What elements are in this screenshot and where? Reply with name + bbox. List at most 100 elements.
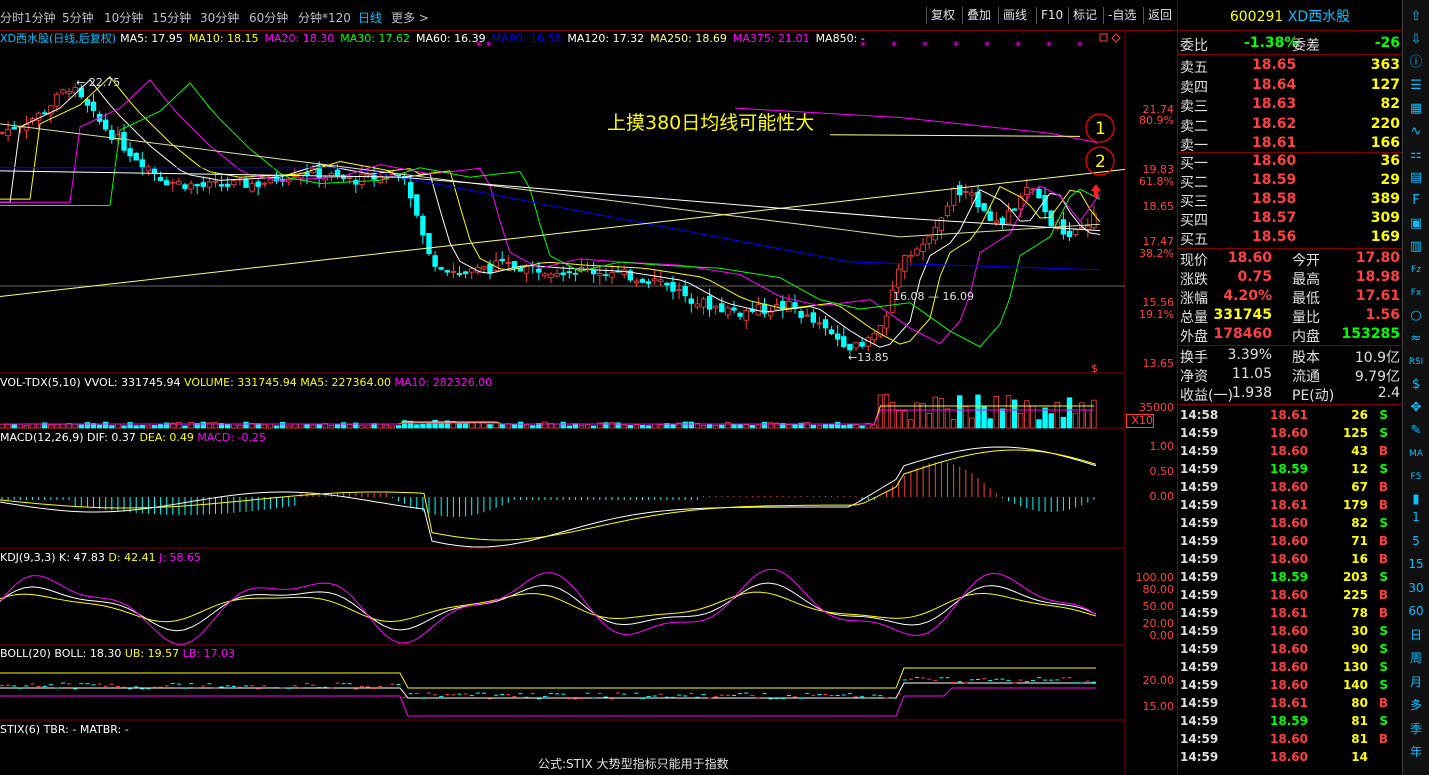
period-tab-2[interactable]: 5分钟 <box>62 9 94 26</box>
tick-volume: 90 <box>1351 642 1368 656</box>
period-tab-7[interactable]: 分钟*120 <box>298 9 351 26</box>
info-icon[interactable]: ⓘ <box>1406 54 1426 72</box>
side-period-10[interactable]: 年 <box>1406 743 1426 761</box>
toolbar-button-3[interactable]: F10 <box>1036 7 1067 24</box>
stock-title: 600291 XD西水股 <box>1178 6 1402 26</box>
candle-body <box>505 262 511 264</box>
tick-side: S <box>1379 642 1388 656</box>
f10-icon[interactable]: F <box>1406 192 1426 210</box>
volume-bar <box>17 423 23 429</box>
vol-vvol: VVOL: 331745.94 <box>84 376 181 389</box>
side-period-7[interactable]: 月 <box>1406 673 1426 691</box>
report-icon[interactable]: ▣ <box>1406 215 1426 233</box>
f5-icon[interactable]: F5 <box>1406 468 1426 486</box>
ask-label: 卖二 <box>1180 118 1208 135</box>
bid-price: 18.60 <box>1252 153 1297 169</box>
side-period-2[interactable]: 15 <box>1406 555 1426 573</box>
candle-body <box>353 180 359 185</box>
side-period-0[interactable]: 1 <box>1406 508 1426 526</box>
side-period-4[interactable]: 60 <box>1406 602 1426 620</box>
candle-body <box>731 307 737 311</box>
doc-icon[interactable]: ▤ <box>1406 169 1426 187</box>
rsi-icon[interactable]: RSI <box>1406 353 1426 371</box>
bid-label: 买四 <box>1180 213 1208 229</box>
circle-icon[interactable]: ○ <box>1406 307 1426 325</box>
wave-icon[interactable]: ≈ <box>1406 330 1426 348</box>
ask-volume: 220 <box>1370 115 1400 132</box>
calc-icon[interactable]: ▥ <box>1406 238 1426 256</box>
volume-bar <box>755 423 762 429</box>
period-tab-5[interactable]: 30分钟 <box>200 9 239 26</box>
fz-icon[interactable]: Fz <box>1406 261 1426 279</box>
period-tab-8[interactable]: 日线 <box>358 9 382 26</box>
kline-chart[interactable]: 12$* * * * * * * ** *← 22.75←13.8516.08 — 16.09 <box>0 30 1176 775</box>
candle-body <box>432 255 438 267</box>
volume-bar <box>950 419 957 429</box>
tick-side: B <box>1378 696 1388 710</box>
event-marker-icon: * <box>922 39 928 53</box>
toolbar-button-4[interactable]: 标记 <box>1068 7 1101 24</box>
volume-bar <box>23 425 30 429</box>
side-period-8[interactable]: 多 <box>1406 696 1426 714</box>
tick-time: 14:59 <box>1180 552 1219 566</box>
bar-icon[interactable]: ▮ <box>1406 491 1426 509</box>
candle-body <box>548 273 554 279</box>
bid-price: 18.57 <box>1252 210 1297 226</box>
side-period-9[interactable]: 季 <box>1406 720 1426 738</box>
kdj-axis-label: 50.00 <box>1142 600 1175 613</box>
tick-side: B <box>1378 732 1388 746</box>
toolbar-button-1[interactable]: 叠加 <box>962 7 995 24</box>
period-tab-3[interactable]: 10分钟 <box>104 9 143 26</box>
stock-name: XD西水股 <box>1287 9 1351 25</box>
toolbar-button-2[interactable]: 画线 <box>998 7 1031 24</box>
toolbar-button-0[interactable]: 复权 <box>926 7 959 24</box>
stix-note: 公式:STIX 大势型指标只能用于指数 <box>538 757 729 771</box>
tick-side: B <box>1378 444 1388 458</box>
period-tab-4[interactable]: 15分钟 <box>152 9 191 26</box>
period-tab-0[interactable]: 分时 <box>0 9 24 26</box>
volume-bar <box>1091 399 1097 429</box>
toolbar-button-5[interactable]: -自选 <box>1103 7 1140 24</box>
volume-bar <box>902 410 908 429</box>
dollar-icon[interactable]: $ <box>1406 376 1426 394</box>
candle-body <box>224 183 231 187</box>
volume-bar <box>749 425 755 429</box>
ma5-line <box>0 79 1101 348</box>
line-chart-icon[interactable]: ∿ <box>1406 123 1426 141</box>
pen-icon[interactable]: ✎ <box>1406 422 1426 440</box>
volume-bar <box>96 424 103 429</box>
period-tab-1[interactable]: 1分钟 <box>24 9 56 26</box>
grid-icon[interactable]: ▦ <box>1406 100 1426 118</box>
candle-body <box>633 280 640 284</box>
candle-body <box>84 99 91 106</box>
move-icon[interactable]: ✥ <box>1406 399 1426 417</box>
side-period-3[interactable]: 30 <box>1406 579 1426 597</box>
vol-name: VOL-TDX(5,10) <box>0 376 81 389</box>
side-period-5[interactable]: 日 <box>1406 626 1426 644</box>
candle-body <box>761 303 768 314</box>
candle-body <box>926 236 932 244</box>
ma-icon[interactable]: MA <box>1406 445 1426 463</box>
stix-tbr: TBR: - <box>43 723 77 736</box>
volume-bar <box>987 418 993 429</box>
list-icon[interactable]: ☰ <box>1406 77 1426 95</box>
fx-icon[interactable]: Fx <box>1406 284 1426 302</box>
candle-body <box>682 286 688 297</box>
candle-body <box>90 101 97 111</box>
side-period-6[interactable]: 周 <box>1406 649 1426 667</box>
volume-bar <box>438 422 444 429</box>
volume-bar <box>841 425 847 429</box>
stix-matbr: MATBR: - <box>79 723 129 736</box>
up-arrow-icon[interactable]: ⇧ <box>1406 8 1426 26</box>
kdj-k: K: 47.83 <box>59 551 105 564</box>
price-axis-label: 19.1% <box>1139 308 1174 321</box>
fundamental-label: 流通 <box>1292 369 1320 385</box>
period-tab-9[interactable]: 更多 > <box>391 9 429 26</box>
period-tab-6[interactable]: 60分钟 <box>249 9 288 26</box>
down-arrow-icon[interactable]: ⇩ <box>1406 31 1426 49</box>
candle-body <box>1011 208 1018 211</box>
toolbar-button-6[interactable]: 返回 <box>1143 7 1176 24</box>
candle-icon[interactable]: ⚏ <box>1406 146 1426 164</box>
side-period-1[interactable]: 5 <box>1406 532 1426 550</box>
candle-body <box>249 183 255 192</box>
